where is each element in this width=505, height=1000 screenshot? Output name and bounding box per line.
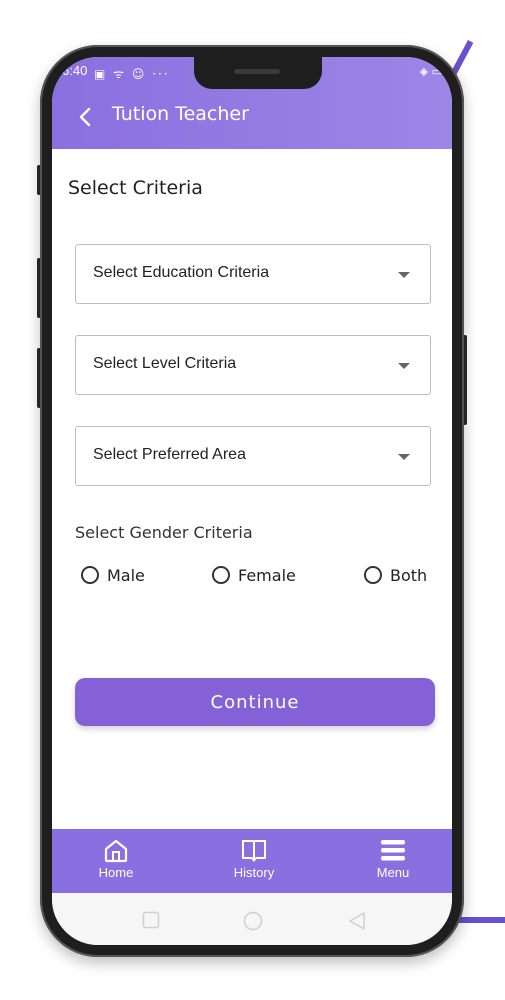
status-time: 6:40 <box>62 63 88 78</box>
home-circle-icon[interactable] <box>243 911 263 931</box>
page-title: Tution Teacher <box>112 103 249 125</box>
dropdown-label: Select Level Criteria <box>93 355 237 372</box>
earpiece-speaker <box>234 69 280 74</box>
notch <box>194 57 322 89</box>
gender-criteria-title: Select Gender Criteria <box>75 523 253 542</box>
continue-button[interactable]: Continue <box>75 678 435 726</box>
nav-label: Menu <box>376 865 410 880</box>
level-criteria-dropdown[interactable]: Select Level Criteria <box>75 335 431 395</box>
nav-history[interactable]: History <box>214 837 294 880</box>
decorative-line-horizontal <box>455 917 505 923</box>
radio-label: Male <box>107 565 145 585</box>
phone-screen: 6:40 ▣ ᯤ ☺ ··· ◈ ▭ Tution Teacher Select… <box>52 57 452 945</box>
phone-frame: 6:40 ▣ ᯤ ☺ ··· ◈ ▭ Tution Teacher Select… <box>40 45 464 957</box>
caret-down-icon <box>398 363 410 369</box>
recents-icon[interactable] <box>142 911 160 929</box>
status-right-icons: ◈ ▭ <box>419 65 442 78</box>
nav-menu[interactable]: Menu <box>353 837 433 880</box>
status-icons: ▣ ᯤ ☺ ··· <box>94 67 170 81</box>
education-criteria-dropdown[interactable]: Select Education Criteria <box>75 244 431 304</box>
preferred-area-dropdown[interactable]: Select Preferred Area <box>75 426 431 486</box>
caret-down-icon <box>398 454 410 460</box>
menu-icon <box>381 840 405 861</box>
nav-home[interactable]: Home <box>76 837 156 880</box>
radio-male[interactable]: Male <box>81 563 145 587</box>
section-title: Select Criteria <box>68 177 203 199</box>
nav-label: Home <box>98 865 134 880</box>
back-triangle-icon[interactable] <box>348 911 366 931</box>
radio-label: Both <box>390 565 428 585</box>
radio-label: Female <box>238 565 296 585</box>
back-arrow-icon <box>79 107 91 127</box>
radio-circle-icon <box>212 566 230 584</box>
nav-label: History <box>233 865 275 880</box>
radio-circle-icon <box>364 566 382 584</box>
home-icon <box>104 839 128 863</box>
bottom-nav: Home History Menu <box>52 829 452 893</box>
dropdown-label: Select Education Criteria <box>93 264 270 281</box>
caret-down-icon <box>398 272 410 278</box>
dropdown-label: Select Preferred Area <box>93 446 246 463</box>
system-nav-bar <box>52 893 452 945</box>
book-icon <box>242 840 266 862</box>
radio-both[interactable]: Both <box>364 563 427 587</box>
radio-female[interactable]: Female <box>212 563 296 587</box>
radio-circle-icon <box>81 566 99 584</box>
back-button[interactable] <box>74 105 98 129</box>
